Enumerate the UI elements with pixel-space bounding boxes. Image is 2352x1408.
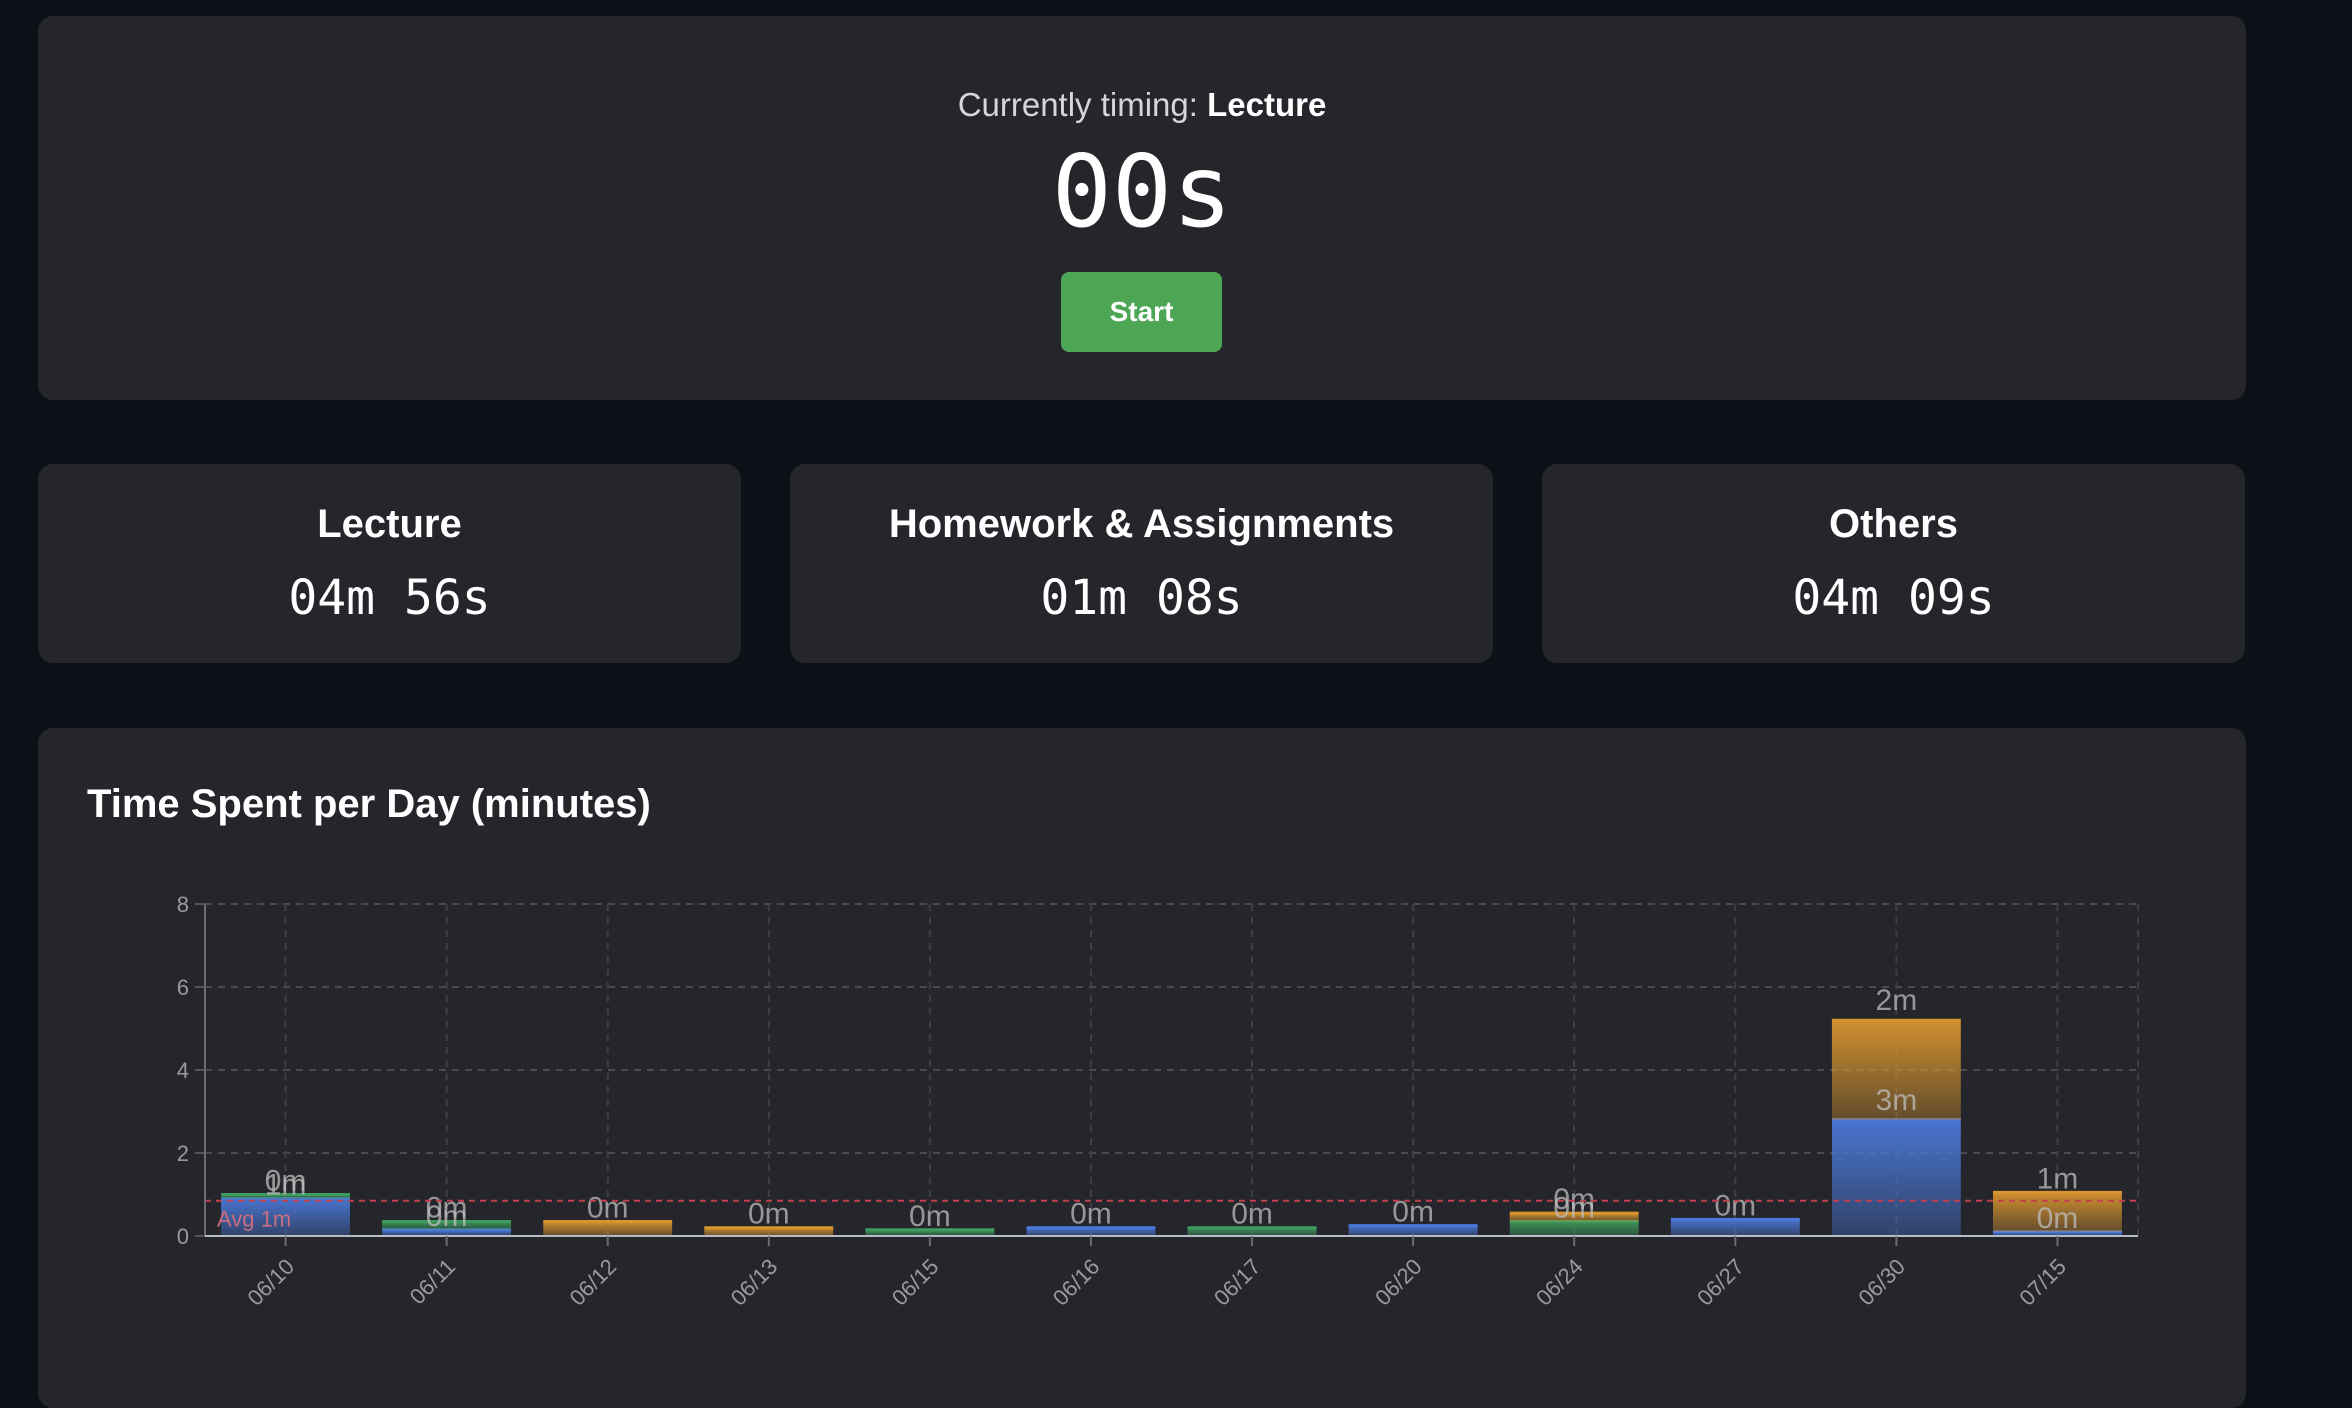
bar-data-label: 0m — [1553, 1183, 1595, 1216]
bar-data-label: 0m — [587, 1191, 629, 1224]
x-tick-label: 06/10 — [242, 1254, 299, 1311]
bar-data-label: 0m — [748, 1198, 790, 1231]
x-tick-label: 07/15 — [2014, 1254, 2071, 1311]
x-tick-label: 06/12 — [565, 1254, 622, 1311]
timer-display: 00s — [1051, 133, 1233, 250]
x-tick-label: 06/24 — [1531, 1254, 1588, 1311]
y-tick-label: 0 — [177, 1224, 189, 1249]
bar-segment-lecture — [1831, 1119, 1961, 1236]
y-tick-label: 8 — [177, 892, 189, 917]
current-category: Lecture — [1207, 86, 1327, 123]
x-tick-label: 06/27 — [1692, 1254, 1749, 1311]
timer-panel: Currently timing: Lecture 00s Start — [38, 16, 2246, 400]
bar-data-label: 0m — [1714, 1189, 1756, 1222]
bar-data-label: 0m — [2037, 1202, 2079, 1235]
x-tick-label: 06/16 — [1048, 1254, 1105, 1311]
bar-data-label: 1m — [2037, 1162, 2079, 1195]
stat-card-others: Others 04m 09s — [1542, 464, 2245, 663]
x-tick-label: 06/30 — [1853, 1254, 1910, 1311]
x-tick-label: 06/20 — [1370, 1254, 1427, 1311]
y-tick-label: 4 — [177, 1058, 189, 1083]
x-tick-label: 06/13 — [726, 1254, 783, 1311]
chart-panel: Time Spent per Day (minutes) 0 2 4 6 8 1m 0m 0m… — [38, 728, 2246, 1408]
x-tick-label: 06/17 — [1209, 1254, 1266, 1311]
bar-data-label: 3m — [1876, 1084, 1918, 1117]
stat-card-title: Homework & Assignments — [888, 502, 1395, 546]
bar-data-label: 0m — [265, 1165, 307, 1198]
bar-data-label: 0m — [909, 1200, 951, 1233]
stat-card-homework: Homework & Assignments 01m 08s — [790, 464, 1493, 663]
timer-status: Currently timing: Lecture — [38, 86, 2246, 124]
average-label: Avg 1m — [217, 1207, 291, 1232]
y-tick-label: 6 — [177, 975, 189, 1000]
x-tick-label: 06/11 — [405, 1254, 460, 1309]
stat-card-lecture: Lecture 04m 56s — [38, 464, 741, 663]
bar-data-label: 2m — [1876, 984, 1918, 1017]
y-tick-label: 2 — [177, 1141, 189, 1166]
x-tick-label: 06/15 — [887, 1254, 944, 1311]
timer-status-prefix: Currently timing: — [957, 86, 1198, 123]
bar-data-label: 0m — [1070, 1198, 1112, 1231]
stat-card-value: 04m 56s — [288, 570, 491, 626]
bar-data-label: 0m — [426, 1191, 468, 1224]
start-button[interactable]: Start — [1061, 272, 1222, 352]
stat-card-value: 01m 08s — [1040, 570, 1243, 626]
stat-card-title: Lecture — [317, 502, 462, 546]
stat-card-value: 04m 09s — [1792, 570, 1995, 626]
time-per-day-chart: 024681m0m0m0m 0m 0m 0m 0m 0m 0m 0m0m 0m3m2m0m1mA… — [177, 892, 2139, 1311]
bar-data-label: 0m — [1231, 1198, 1273, 1231]
stat-card-title: Others — [1829, 502, 1958, 546]
